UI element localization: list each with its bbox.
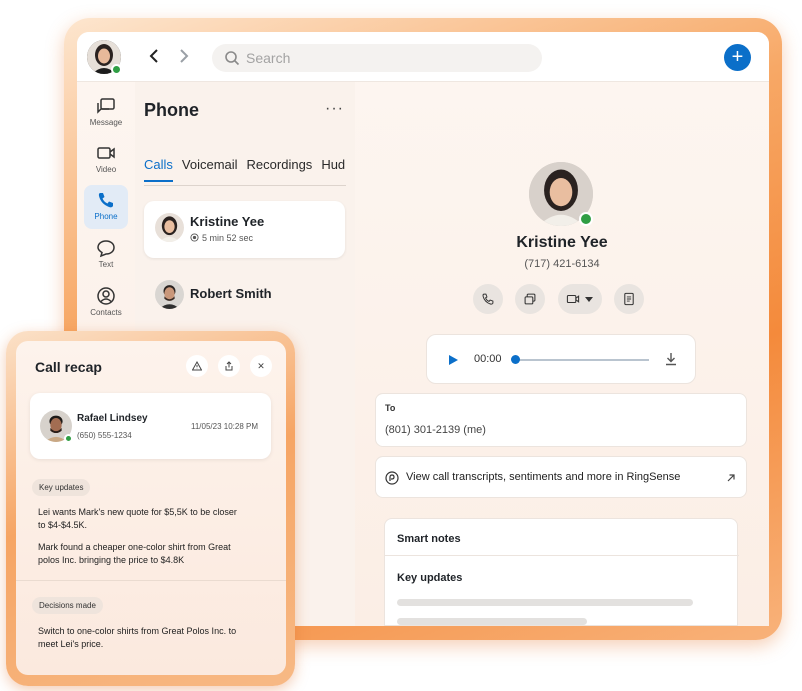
section-label-decisions: Decisions made (32, 597, 103, 614)
contact-name: Rafael Lindsey (77, 413, 148, 424)
share-button[interactable] (218, 355, 240, 377)
rail-item-contacts[interactable]: Contacts (84, 281, 128, 325)
forward-button[interactable] (173, 46, 193, 66)
tab-bar: Calls Voicemail Recordings Hud (144, 156, 346, 186)
ringsense-text: View call transcripts, sentiments and mo… (406, 471, 681, 483)
key-updates-heading: Key updates (397, 572, 463, 584)
key-update-item: Lei wants Mark's new quote for $5,5K to … (38, 507, 237, 530)
rail-item-text[interactable]: Text (84, 233, 128, 277)
key-update-item: Mark found a cheaper one-color shirt fro… (38, 542, 231, 565)
loading-placeholder (397, 618, 587, 625)
divider (385, 555, 739, 556)
online-status-icon (64, 434, 73, 443)
call-duration: 5 min 52 sec (190, 233, 253, 243)
contacts-icon (97, 287, 115, 305)
chevron-right-icon (180, 49, 189, 63)
tab-recordings[interactable]: Recordings (247, 157, 313, 180)
search-icon (225, 51, 240, 66)
top-bar: + (77, 32, 769, 82)
warning-icon (192, 361, 202, 371)
smart-notes-title: Smart notes (397, 533, 461, 545)
rail-label: Video (95, 165, 117, 174)
notes-button[interactable] (614, 284, 644, 314)
tab-voicemail[interactable]: Voicemail (182, 157, 238, 180)
phone-icon (98, 193, 113, 208)
close-button[interactable]: ✕ (250, 355, 272, 377)
text-bubble-icon (97, 240, 115, 258)
copy-icon (524, 293, 536, 305)
share-icon (225, 361, 233, 371)
message-icon (97, 98, 115, 114)
recording-icon (190, 233, 199, 242)
ringsense-link[interactable]: View call transcripts, sentiments and mo… (375, 456, 747, 498)
to-value: (801) 301-2139 (me) (385, 424, 486, 436)
search-input[interactable] (246, 48, 526, 68)
more-options-button[interactable]: ··· (325, 100, 344, 118)
video-call-button[interactable] (558, 284, 602, 314)
tab-hud[interactable]: Hud (321, 157, 345, 180)
recap-title: Call recap (35, 359, 102, 375)
rail-label: Phone (94, 212, 118, 221)
search-bar[interactable] (212, 44, 542, 72)
avatar (155, 280, 184, 309)
call-detail-pane: Kristine Yee (717) 421-6134 00:00 To (80… (355, 82, 769, 626)
online-status-icon (111, 64, 122, 75)
audio-player: 00:00 (426, 334, 696, 384)
divider (16, 580, 286, 581)
external-link-icon (727, 474, 735, 482)
contact-phone: (717) 421-6134 (524, 258, 600, 270)
playback-track[interactable] (514, 359, 649, 361)
download-icon[interactable] (664, 352, 678, 366)
ringsense-icon (385, 471, 399, 485)
call-list-item[interactable]: Kristine Yee 5 min 52 sec (144, 201, 345, 258)
call-list-item[interactable]: Robert Smith (144, 274, 345, 314)
rail-label: Message (89, 118, 123, 127)
playback-scrubber[interactable] (511, 355, 520, 364)
phone-icon (482, 293, 494, 305)
play-icon[interactable] (447, 354, 459, 366)
loading-placeholder (397, 599, 693, 606)
person-photo-icon (155, 213, 184, 242)
rail-item-message[interactable]: Message (84, 91, 128, 135)
duration-text: 5 min 52 sec (202, 233, 254, 243)
add-button[interactable]: + (724, 44, 751, 71)
rail-item-video[interactable]: Video (84, 138, 128, 182)
call-button[interactable] (473, 284, 503, 314)
back-button[interactable] (145, 46, 165, 66)
contact-name: Robert Smith (190, 286, 272, 301)
contact-name-heading: Kristine Yee (516, 234, 608, 251)
notes-icon (624, 292, 634, 306)
online-status-icon (579, 212, 593, 226)
to-label: To (385, 403, 396, 413)
recipient-field: To (801) 301-2139 (me) (375, 393, 747, 447)
avatar (155, 213, 184, 242)
playback-time: 00:00 (474, 353, 502, 365)
caret-down-icon (585, 297, 593, 302)
smart-notes-card: Smart notes Key updates (384, 518, 739, 626)
warning-button[interactable] (186, 355, 208, 377)
contact-phone: (650) 555-1234 (77, 431, 132, 440)
chevron-left-icon (149, 49, 158, 63)
rail-item-phone[interactable]: Phone (84, 185, 128, 229)
rail-label: Text (98, 260, 114, 269)
decision-item: Switch to one-color shirts from Great Po… (38, 626, 237, 649)
contact-name: Kristine Yee (190, 214, 265, 229)
recap-contact-card[interactable]: Rafael Lindsey (650) 555-1234 11/05/23 1… (30, 393, 271, 459)
video-icon (97, 147, 115, 159)
person-photo-icon (155, 280, 184, 309)
section-label-key-updates: Key updates (32, 479, 91, 496)
call-recap-panel: Call recap ✕ Rafael Lindsey (650) 555-12… (16, 341, 286, 675)
page-title: Phone (144, 100, 200, 120)
tab-calls[interactable]: Calls (144, 157, 173, 182)
video-icon (566, 294, 580, 304)
call-date: 11/05/23 10:28 PM (191, 422, 259, 431)
copy-button[interactable] (515, 284, 545, 314)
rail-label: Contacts (90, 308, 122, 317)
